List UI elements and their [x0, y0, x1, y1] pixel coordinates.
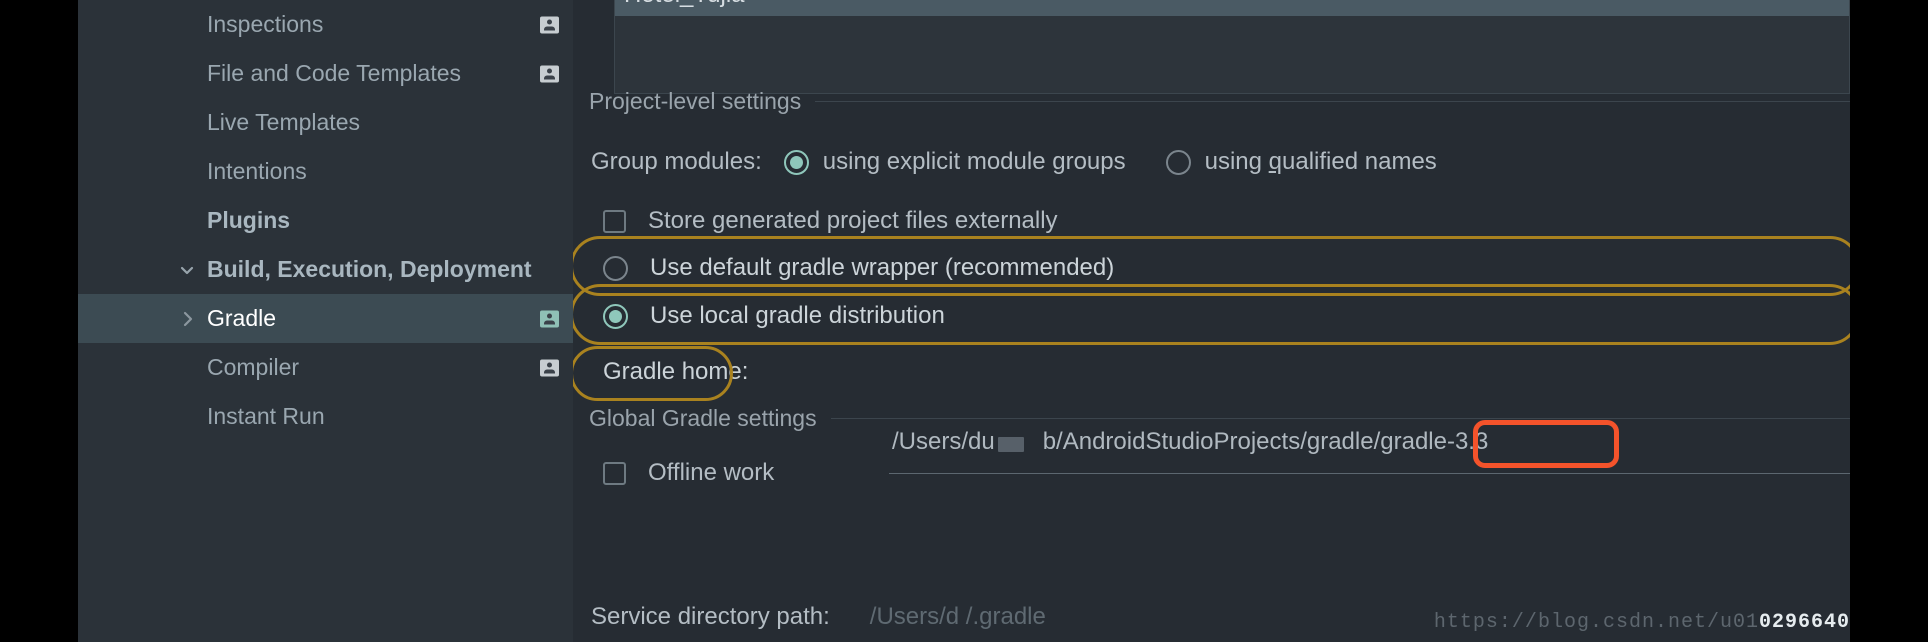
section-divider — [831, 418, 1850, 419]
checkbox-offline-work[interactable] — [603, 462, 626, 485]
sidebar-item-label: Gradle — [207, 305, 276, 332]
sidebar-item-plugins[interactable]: Plugins — [78, 196, 573, 245]
radio-label-using-qualified-names: using qualified names — [1205, 148, 1437, 176]
sidebar-item-label: Live Templates — [207, 109, 360, 136]
module-list-box[interactable]: Hotel_Tujia — [614, 0, 1850, 94]
sidebar-item-gradle[interactable]: Gradle — [78, 294, 573, 343]
sidebar-item-label: Compiler — [207, 354, 299, 381]
chevron-down-icon[interactable] — [176, 259, 198, 281]
module-list-item[interactable]: Hotel_Tujia — [615, 0, 1849, 16]
sidebar-item-label: Intentions — [207, 158, 307, 185]
service-directory-path-value: /Users/d /.gradle — [870, 603, 1046, 631]
service-directory-path-label: Service directory path: — [591, 603, 830, 631]
section-title: Project-level settings — [589, 88, 815, 115]
use-default-gradle-wrapper-row[interactable]: Use default gradle wrapper (recommended) — [603, 254, 1114, 282]
sidebar-item-file-and-code-templates[interactable]: File and Code Templates — [78, 49, 573, 98]
watermark: https://blog.csdn.net/u010296640 — [1434, 611, 1850, 634]
group-modules-row: Group modules: using explicit module gro… — [591, 148, 1437, 176]
global-gradle-settings-header: Global Gradle settings — [589, 405, 1850, 432]
section-title: Global Gradle settings — [589, 405, 831, 432]
use-local-gradle-distribution-row[interactable]: Use local gradle distribution — [603, 302, 945, 330]
gradle-home-version-segment: gradle-3.3 — [1380, 428, 1488, 455]
chevron-right-icon[interactable] — [177, 308, 199, 330]
sidebar-item-instant-run[interactable]: Instant Run — [78, 392, 573, 441]
user-profile-badge-icon — [540, 16, 559, 33]
sidebar-item-label: Build, Execution, Deployment — [207, 256, 532, 283]
radio-use-default-gradle-wrapper[interactable] — [603, 256, 628, 281]
watermark-prefix: https://blog.csdn.net/u01 — [1434, 611, 1759, 634]
checkbox-store-generated-project-files-externally[interactable] — [603, 210, 626, 233]
radio-using-qualified-names[interactable] — [1166, 150, 1191, 175]
sidebar-item-build-execution-deployment[interactable]: Build, Execution, Deployment — [78, 245, 573, 294]
gradle-home-label-wrap: Gradle home: — [603, 358, 748, 386]
watermark-suffix: 0296640 — [1759, 611, 1850, 634]
sidebar-item-intentions[interactable]: Intentions — [78, 147, 573, 196]
module-list-empty-row — [615, 16, 1849, 59]
gradle-home-label: Gradle home: — [603, 358, 748, 386]
sidebar-item-label: File and Code Templates — [207, 60, 461, 87]
radio-label-use-default-gradle-wrapper: Use default gradle wrapper (recommended) — [650, 254, 1114, 282]
service-directory-path-row[interactable]: Service directory path: /Users/d /.gradl… — [591, 603, 1046, 631]
sidebar-item-label: Instant Run — [207, 403, 325, 430]
gradle-home-value: /Users/duxxxxb/AndroidStudioProjects/gra… — [892, 428, 1488, 456]
sidebar-item-live-templates[interactable]: Live Templates — [78, 98, 573, 147]
redacted-username: xxxx — [995, 428, 1043, 456]
offline-work-row[interactable]: Offline work — [603, 459, 774, 487]
sidebar-item-label: Inspections — [207, 11, 323, 38]
sidebar-item-compiler[interactable]: Compiler — [78, 343, 573, 392]
user-profile-badge-icon — [540, 310, 559, 327]
section-divider — [815, 101, 1850, 102]
sidebar-item-inspections[interactable]: Inspections — [78, 0, 573, 49]
gradle-home-input[interactable]: /Users/duxxxxb/AndroidStudioProjects/gra… — [889, 426, 1850, 474]
radio-using-explicit-module-groups[interactable] — [784, 150, 809, 175]
checkbox-label-offline-work: Offline work — [648, 459, 774, 487]
user-profile-badge-icon — [540, 359, 559, 376]
checkbox-label-store-generated-project-files-externally: Store generated project files externally — [648, 207, 1058, 235]
store-generated-files-row[interactable]: Store generated project files externally — [603, 207, 1058, 235]
project-level-settings-header: Project-level settings — [589, 88, 1850, 115]
radio-label-use-local-gradle-distribution: Use local gradle distribution — [650, 302, 945, 330]
settings-sidebar[interactable]: Inspections File and Code Templates Live… — [78, 0, 573, 642]
screenshot-root: Inspections File and Code Templates Live… — [0, 0, 1928, 642]
radio-label-using-explicit-module-groups: using explicit module groups — [823, 148, 1126, 176]
user-profile-badge-icon — [540, 65, 559, 82]
group-modules-label: Group modules: — [591, 148, 762, 176]
gradle-settings-panel: Hotel_Tujia Project-level settings Group… — [573, 0, 1850, 642]
sidebar-item-label: Plugins — [207, 207, 290, 234]
input-underline — [889, 473, 1850, 474]
radio-use-local-gradle-distribution[interactable] — [603, 304, 628, 329]
